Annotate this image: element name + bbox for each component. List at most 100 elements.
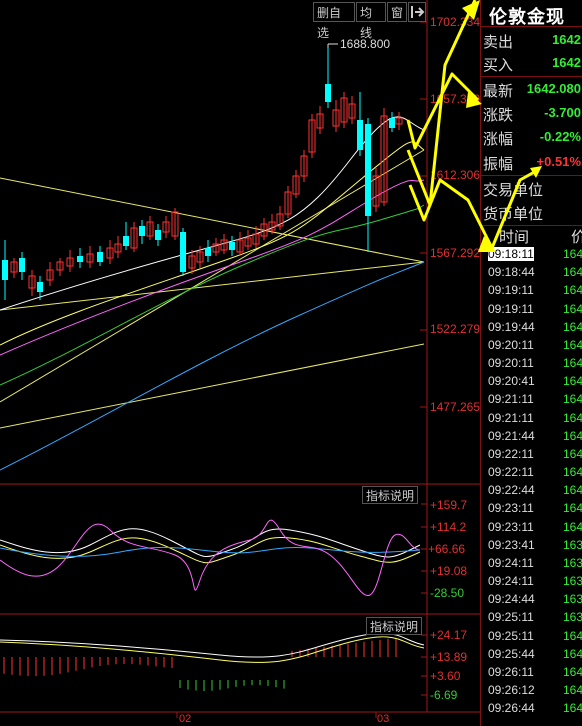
tick-row[interactable]: 09:19:44 164 [481, 320, 582, 338]
tick-row[interactable]: 09:20:41 164 [481, 374, 582, 392]
tick-price: 164 [563, 501, 582, 516]
tick-row[interactable]: 09:25:11 163 [481, 610, 582, 628]
tick-row[interactable]: 09:26:44 164 [481, 701, 582, 719]
tick-row[interactable]: 09:21:11 164 [481, 411, 582, 429]
tick-row[interactable]: 09:19:11 164 [481, 302, 582, 320]
moving-average-line [0, 261, 425, 471]
candle-body [97, 252, 103, 262]
indicator-help-button[interactable]: 指标说明 [362, 486, 419, 504]
tick-row[interactable]: 09:20:11 164 [481, 338, 582, 356]
tick-price: 164 [563, 392, 582, 407]
divider [481, 26, 582, 27]
window-button[interactable]: 窗 [387, 2, 407, 22]
tick-row[interactable]: 09:24:11 163 [481, 574, 582, 592]
tick-row[interactable]: 09:25:11 164 [481, 629, 582, 647]
price-axis-label: 1612.306 [429, 168, 480, 182]
tick-price: 164 [563, 465, 582, 480]
tick-row[interactable]: 09:26:11 164 [481, 665, 582, 683]
quote-label: 最新 [483, 83, 514, 100]
tick-row[interactable]: 09:26:12 164 [481, 683, 582, 701]
price-axis-label: 1522.279 [429, 322, 480, 336]
tick-time: 09:26:12 [488, 683, 535, 698]
candle-body [365, 124, 371, 216]
quote-label: 货币单位 [483, 206, 544, 223]
tick-row[interactable]: 09:18:44 164 [481, 265, 582, 283]
candle-body [389, 118, 395, 128]
tick-time: 09:25:11 [488, 628, 534, 643]
indicator-line [0, 528, 421, 558]
delete-watchlist-button[interactable]: 删自选 [313, 2, 355, 40]
moving-average-line [0, 179, 425, 356]
candle-body [37, 282, 43, 292]
tick-row[interactable]: 09:24:11 163 [481, 556, 582, 574]
tick-time: 09:22:11 [488, 465, 534, 480]
tick-row[interactable]: 09:21:11 164 [481, 392, 582, 410]
quote-value: 1642 [552, 55, 581, 70]
tick-row[interactable]: 09:23:11 164 [481, 501, 582, 519]
tick-price: 164 [563, 664, 582, 679]
candle-body [2, 260, 8, 280]
indicator1-level: +159.7 [430, 498, 468, 512]
tick-price: 164 [563, 483, 582, 498]
tick-time: 09:26:11 [488, 664, 534, 679]
quote-label: 交易单位 [483, 182, 544, 199]
tick-row[interactable]: 09:19:11 164 [481, 283, 582, 301]
tick-price: 164 [563, 683, 582, 698]
candle-body [77, 256, 83, 262]
tick-time: 09:25:44 [488, 646, 535, 661]
tick-price: 163 [563, 592, 582, 607]
quote-label: 卖出 [483, 34, 514, 51]
indicator1-level: -28.50 [430, 586, 465, 600]
exit-arrow-button[interactable] [408, 2, 426, 22]
trend-line [0, 343, 425, 429]
tick-time: 09:20:11 [488, 356, 534, 371]
tick-price: 164 [563, 628, 582, 643]
tick-row[interactable]: 09:21:44 164 [481, 429, 582, 447]
quote-value: -0.22% [539, 129, 581, 144]
tick-time: 09:24:11 [488, 574, 534, 589]
tick-time: 09:21:11 [488, 410, 534, 425]
indicator-help-button[interactable]: 指标说明 [366, 617, 423, 635]
moving-average-button[interactable]: 均线 [356, 2, 386, 40]
tick-row[interactable]: 09:24:44 163 [481, 592, 582, 610]
tick-price: 164 [563, 247, 582, 261]
moving-average-line [0, 141, 425, 346]
quote-label: 涨跌 [483, 107, 514, 124]
candle-body [139, 226, 145, 236]
tick-price: 164 [563, 410, 582, 425]
tick-price: 164 [563, 283, 582, 298]
tick-row[interactable]: 09:22:44 164 [481, 483, 582, 501]
candle-body [180, 232, 186, 272]
tick-row[interactable]: 09:20:11 164 [481, 356, 582, 374]
tick-row[interactable]: 09:23:41 163 [481, 538, 582, 556]
trend-line [0, 177, 425, 263]
price-axis-label: 1702.334 [429, 15, 480, 29]
tick-row[interactable]: 09:23:11 164 [481, 520, 582, 538]
indicator1-level: +66.66 [428, 542, 466, 556]
tick-row[interactable]: 09:18:11 164 [481, 247, 582, 265]
indicator2-level: -6.69 [430, 688, 458, 702]
candle-body [229, 242, 235, 250]
quote-row-trade-unit: 交易单位 [481, 176, 582, 200]
tick-price: 164 [563, 519, 582, 534]
quote-panel: 伦敦金现 卖出 1642 买入 1642 最新 1642.080 涨跌 -3.7… [480, 0, 582, 726]
divider [481, 225, 582, 226]
indicator2-level: +13.89 [430, 650, 468, 664]
tick-price: 164 [563, 646, 582, 661]
tick-row[interactable]: 09:22:11 164 [481, 447, 582, 465]
quote-row-change: 涨跌 -3.700 [481, 101, 582, 125]
kline-chart-area[interactable]: 删自选 均线 窗 1688.800 1702.334 1657.320 1612… [0, 0, 480, 726]
tick-time: 09:19:11 [488, 283, 534, 298]
quote-value: 1642 [552, 32, 581, 47]
indicator-line [0, 636, 425, 663]
tick-time: 09:21:44 [488, 428, 535, 443]
tick-row[interactable]: 09:22:11 164 [481, 465, 582, 483]
price-axis-label: 1657.320 [429, 92, 480, 106]
candle-body [155, 230, 161, 240]
tick-row[interactable]: 09:25:44 164 [481, 647, 582, 665]
quote-row-change-pct: 涨幅 -0.22% [481, 125, 582, 149]
price-axis-label: 1567.292 [429, 246, 480, 260]
tick-price: 164 [563, 319, 582, 334]
tick-time: 09:20:41 [488, 374, 535, 389]
tick-time: 09:25:11 [488, 610, 534, 625]
